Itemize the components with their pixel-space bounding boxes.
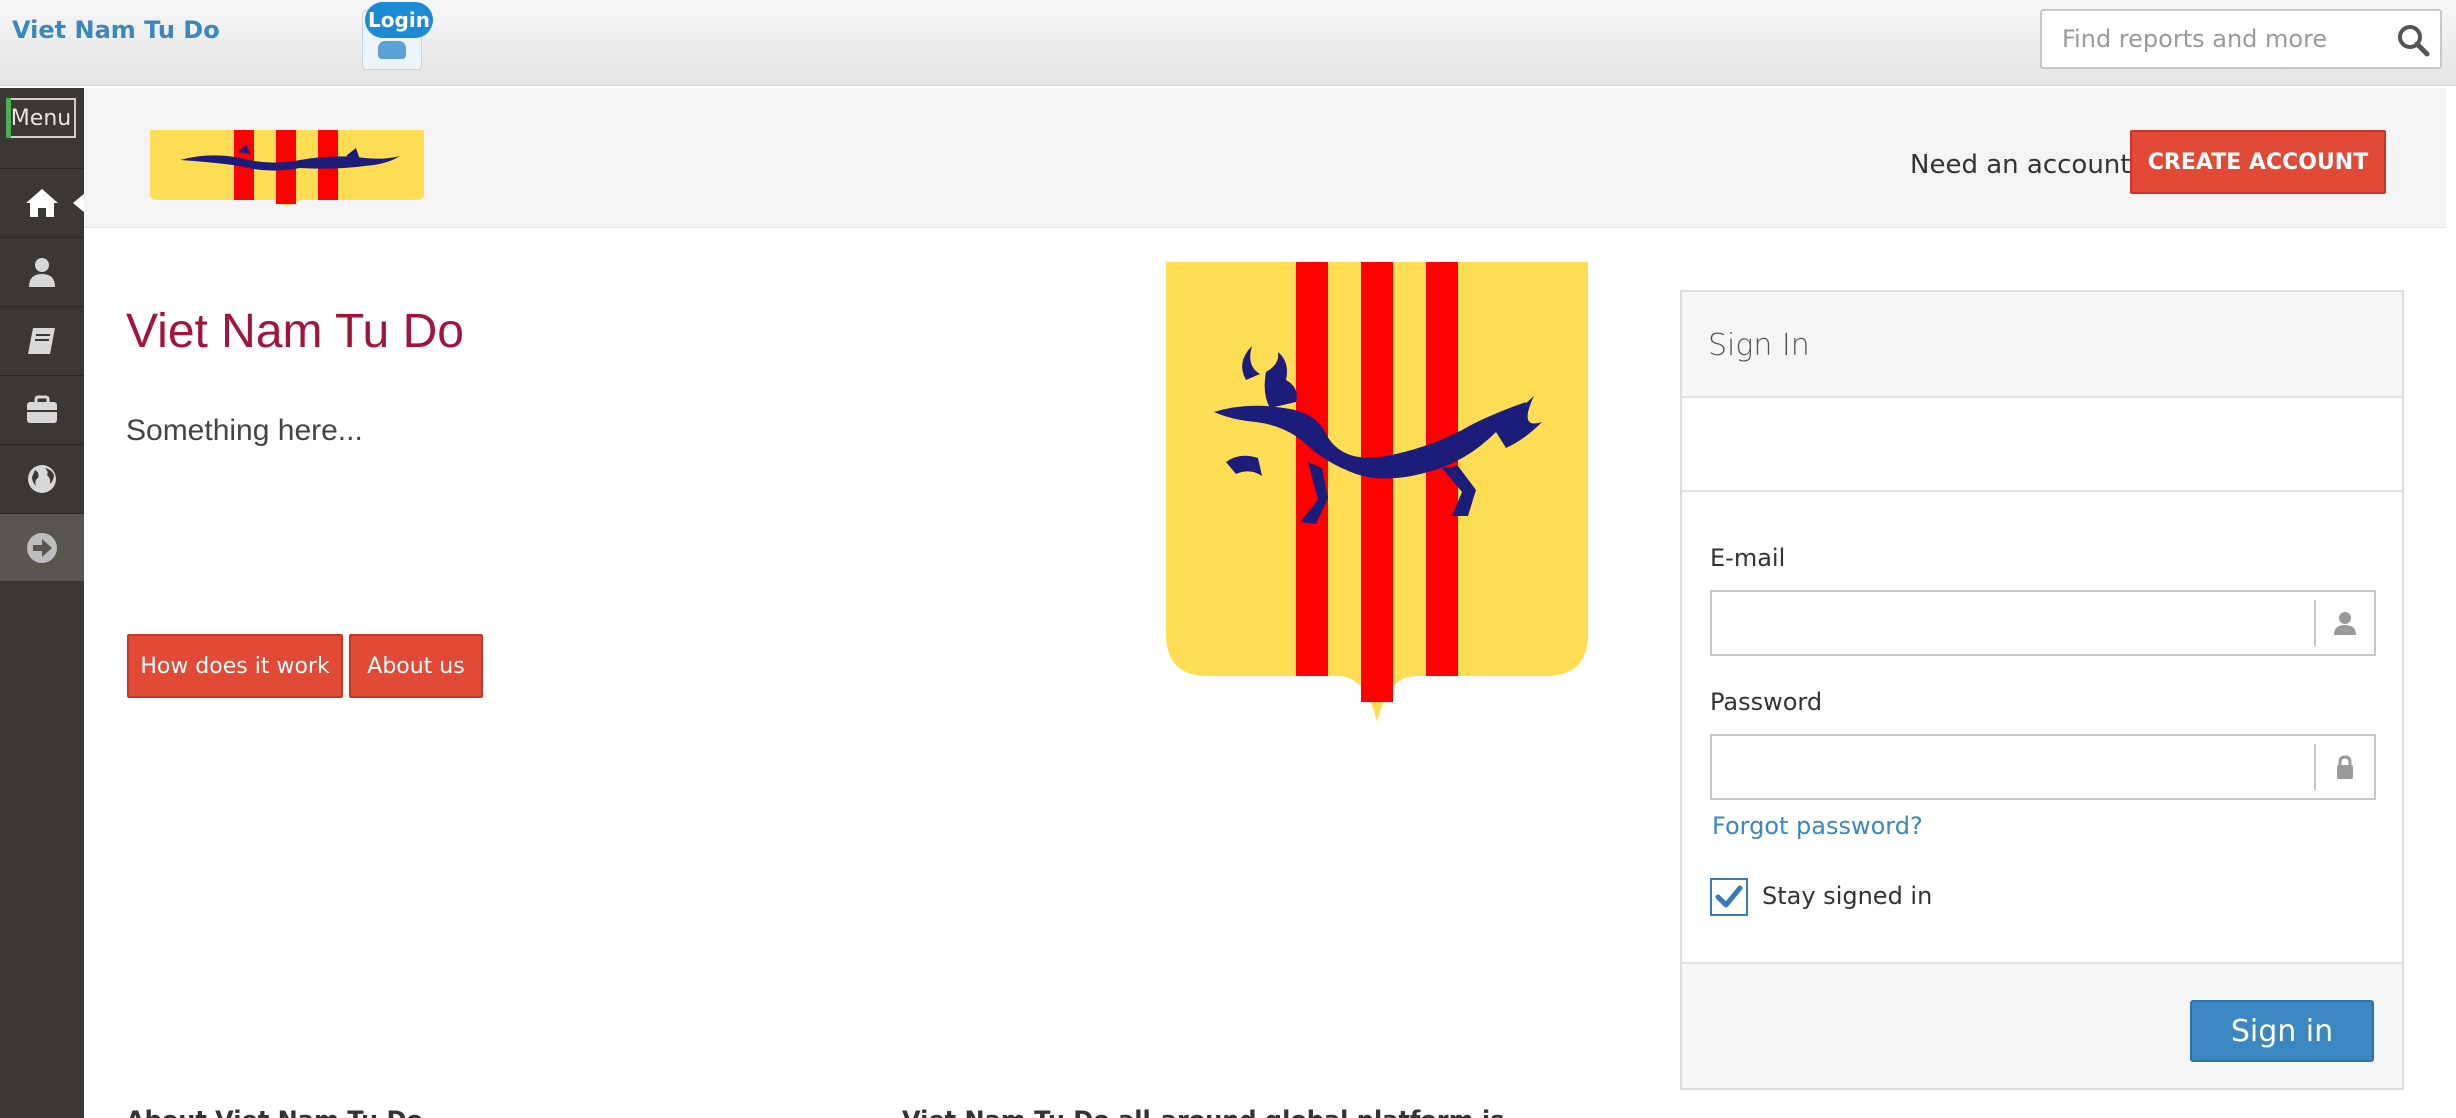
top-bar: Viet Nam Tu Do Login — [0, 0, 2456, 86]
sidebar-item-profile[interactable] — [0, 237, 84, 305]
sign-in-panel: Sign In E-mail Password Forgot password?… — [1680, 290, 2404, 1090]
password-input[interactable] — [1712, 736, 2312, 798]
stay-signed-in-checkbox[interactable] — [1710, 878, 1748, 916]
sidebar-item-jobs[interactable] — [0, 375, 84, 443]
intro-text: Something here... — [126, 414, 363, 447]
flag-shield-image — [1166, 262, 1588, 722]
email-addon — [2314, 600, 2374, 646]
brand-link[interactable]: Viet Nam Tu Do — [12, 16, 220, 44]
home-icon — [26, 188, 58, 217]
search-box — [2040, 9, 2442, 69]
briefcase-icon — [27, 395, 57, 423]
sign-in-footer: Sign in — [1682, 962, 2402, 1088]
search-icon[interactable] — [2396, 23, 2430, 57]
sign-in-title: Sign In — [1708, 328, 1810, 363]
left-sidebar: Menu — [0, 88, 85, 1118]
globe-icon — [28, 464, 56, 493]
sign-in-spacer — [1682, 398, 2402, 492]
email-field — [1710, 590, 2376, 656]
user-icon — [378, 41, 406, 59]
sidebar-item-next[interactable] — [0, 513, 84, 581]
user-icon — [2334, 612, 2356, 635]
page-title: Viet Nam Tu Do — [126, 305, 464, 358]
checkmark-icon — [1715, 885, 1743, 908]
menu-accent-bar — [6, 98, 11, 138]
password-addon — [2314, 744, 2374, 790]
footer-heading-left: About Viet Nam Tu Do — [126, 1106, 423, 1118]
lock-icon — [2337, 755, 2353, 779]
password-field — [1710, 734, 2376, 800]
email-label: E-mail — [1710, 544, 1786, 572]
footer-heading-right: Viet Nam Tu Do all-around global platfor… — [902, 1106, 1504, 1118]
how-does-it-work-button[interactable]: How does it work — [127, 634, 343, 698]
password-label: Password — [1710, 688, 1823, 716]
stay-signed-in-label[interactable]: Stay signed in — [1762, 882, 1932, 910]
sidebar-item-world[interactable] — [0, 444, 84, 512]
user-icon — [29, 257, 55, 287]
create-account-button[interactable]: CREATE ACCOUNT — [2130, 130, 2386, 194]
header-band: Need an account? CREATE ACCOUNT — [84, 88, 2446, 228]
arrow-right-circle-icon — [27, 532, 57, 563]
site-logo[interactable] — [150, 130, 424, 206]
login-badge[interactable]: Login — [365, 2, 433, 38]
need-account-text: Need an account? — [1910, 150, 2145, 180]
sidebar-item-library[interactable] — [0, 306, 84, 374]
email-input[interactable] — [1712, 592, 2312, 654]
sidebar-item-home[interactable] — [0, 168, 85, 236]
sign-in-header: Sign In — [1682, 292, 2402, 398]
sign-in-button[interactable]: Sign in — [2190, 1000, 2374, 1062]
search-input[interactable] — [2042, 11, 2382, 67]
forgot-password-link[interactable]: Forgot password? — [1712, 812, 1923, 840]
menu-button[interactable]: Menu — [6, 98, 76, 138]
book-icon — [28, 327, 55, 354]
about-us-button[interactable]: About us — [349, 634, 483, 698]
